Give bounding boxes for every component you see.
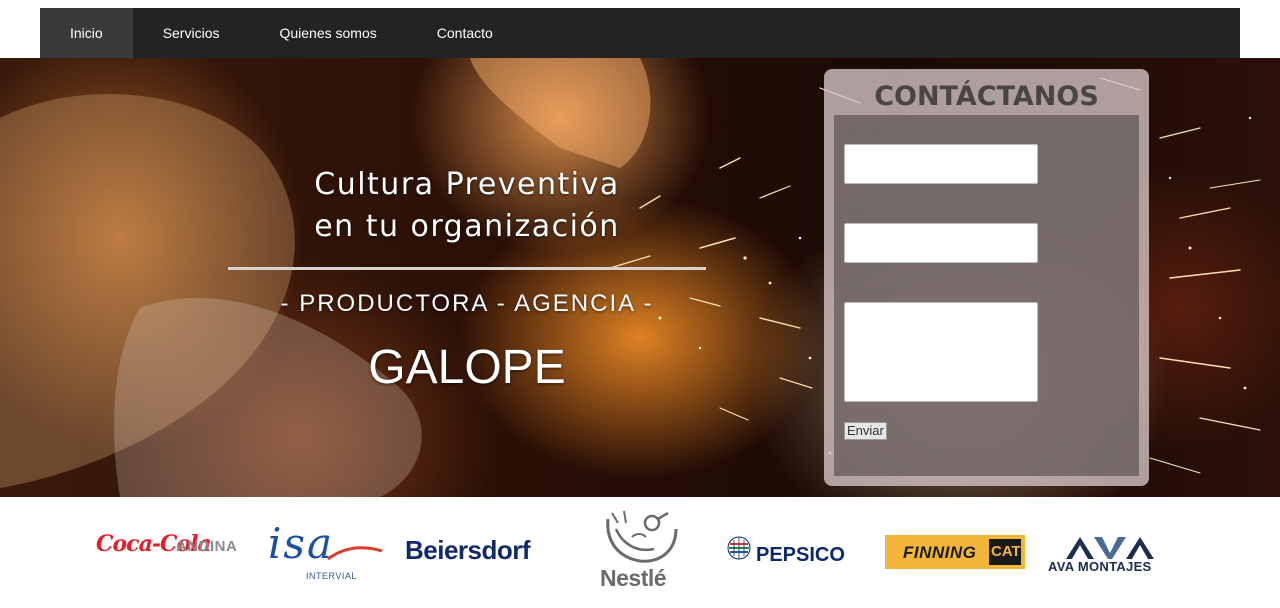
contact-title: CONTÁCTANOS bbox=[874, 81, 1099, 112]
isa-swoosh-icon bbox=[327, 546, 383, 561]
ava-montajes-text: AVA MONTAJES bbox=[1048, 559, 1152, 574]
isa-text: isa bbox=[268, 519, 335, 568]
beiersdorf-text: Beiersdorf bbox=[405, 535, 531, 565]
nav-item-servicios[interactable]: Servicios bbox=[133, 8, 250, 58]
nestle-logo: Nestlé bbox=[598, 509, 682, 593]
cat-text: CAT bbox=[991, 543, 1021, 560]
send-button[interactable]: Enviar bbox=[844, 422, 887, 440]
name-input[interactable] bbox=[844, 144, 1038, 184]
intervial-text: INTERVIAL bbox=[306, 571, 357, 581]
nestle-text: Nestlé bbox=[600, 565, 667, 591]
finning-text: FINNING bbox=[903, 543, 977, 562]
mail-input[interactable] bbox=[844, 223, 1038, 263]
andina-text: ANDINA bbox=[176, 538, 238, 555]
pepsico-text: PEPSICO bbox=[756, 544, 845, 566]
nestle-nest-icon bbox=[606, 510, 678, 563]
nav-item-inicio[interactable]: Inicio bbox=[40, 8, 133, 58]
cat-badge: CAT bbox=[989, 539, 1021, 565]
contact-form: Nombre Mail Mensaje Enviar bbox=[834, 115, 1139, 476]
ava-mark-icon bbox=[1066, 537, 1154, 559]
page: Inicio Servicios Quienes somos Contacto bbox=[0, 0, 1280, 608]
ava-montajes-logo: AVA MONTAJES bbox=[1046, 535, 1176, 575]
cocacola-andina-logo: Coca-Cola ANDINA bbox=[96, 531, 241, 563]
name-label: Nombre bbox=[844, 125, 891, 140]
message-textarea[interactable] bbox=[844, 302, 1038, 402]
nav-item-contacto[interactable]: Contacto bbox=[407, 8, 523, 58]
main-nav: Inicio Servicios Quienes somos Contacto bbox=[40, 8, 1240, 58]
hero-title-line-2: en tu organización bbox=[314, 209, 620, 244]
hero-banner: Cultura Preventiva en tu organización - … bbox=[0, 58, 1280, 497]
hero-subtitle: - PRODUCTORA - AGENCIA - bbox=[280, 290, 654, 317]
mail-label: Mail bbox=[844, 204, 868, 219]
nav-item-quienes-somos[interactable]: Quienes somos bbox=[249, 8, 406, 58]
finning-cat-logo: FINNING CAT bbox=[885, 535, 1025, 569]
hero-title-line-1: Cultura Preventiva bbox=[314, 167, 620, 202]
pepsico-logo: PEPSICO bbox=[726, 535, 866, 569]
beiersdorf-logo: Beiersdorf bbox=[405, 535, 565, 567]
contact-form-panel: CONTÁCTANOS Nombre Mail Mensaje Enviar bbox=[824, 69, 1149, 486]
hero-title: Cultura Preventiva en tu organización bbox=[228, 164, 706, 248]
hero-divider bbox=[228, 267, 706, 270]
client-logos-strip: Coca-Cola ANDINA isa INTERVIAL Beiersdor… bbox=[0, 497, 1280, 608]
hero-brand-name: GALOPE bbox=[368, 341, 566, 394]
isa-intervial-logo: isa INTERVIAL bbox=[266, 519, 384, 583]
pepsico-globe-icon bbox=[727, 536, 751, 560]
message-label: Mensaje bbox=[844, 283, 894, 298]
